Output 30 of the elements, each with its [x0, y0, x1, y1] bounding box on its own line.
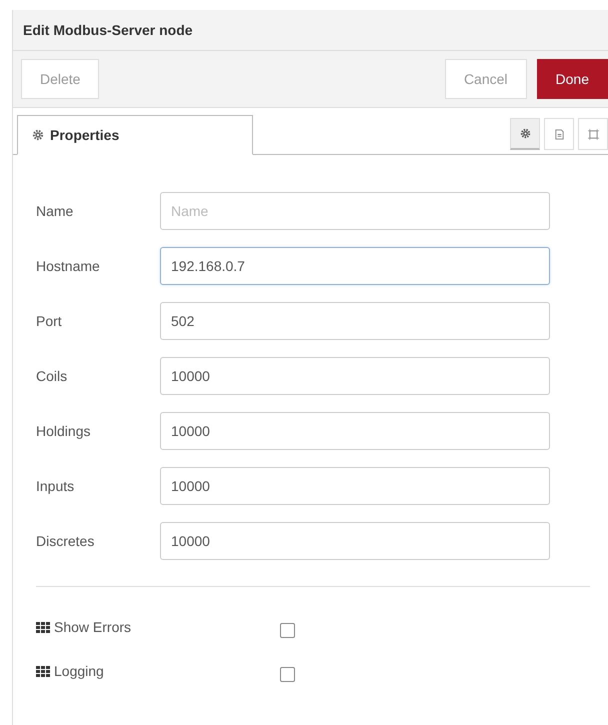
- table-icon: [36, 622, 50, 632]
- table-icon: [36, 666, 50, 676]
- input-field[interactable]: 10000: [160, 412, 550, 450]
- frame-tab-button[interactable]: [578, 118, 608, 150]
- input-field[interactable]: 192.168.0.7: [160, 246, 550, 284]
- frame-icon: [588, 128, 598, 140]
- field-label: Coils: [36, 368, 68, 384]
- gear-icon: [520, 128, 530, 139]
- option-label: Logging: [54, 663, 104, 679]
- document-icon: [554, 128, 564, 140]
- input-field[interactable]: 10000: [160, 356, 550, 394]
- settings-tab-button[interactable]: [510, 118, 540, 150]
- field-label: Name: [36, 202, 74, 218]
- gear-icon: [32, 129, 44, 141]
- input-field[interactable]: 502: [160, 302, 550, 340]
- field-label: Hostname: [36, 258, 101, 274]
- window-title: Edit Modbus-Server node: [23, 22, 193, 38]
- option-label: Show Errors: [54, 619, 132, 635]
- document-tab-button[interactable]: [544, 118, 574, 150]
- checkbox[interactable]: [280, 622, 295, 638]
- field-label: Inputs: [36, 478, 76, 494]
- input-field[interactable]: 10000: [160, 522, 550, 560]
- input-field[interactable]: 10000: [160, 466, 550, 504]
- field-label: Discretes: [36, 532, 96, 548]
- input-field[interactable]: Name: [160, 192, 550, 230]
- checkbox[interactable]: [280, 666, 295, 682]
- field-label: Holdings: [36, 422, 92, 438]
- done-button[interactable]: Done: [536, 59, 608, 99]
- field-label: Port: [36, 312, 63, 328]
- properties-tab[interactable]: Properties: [17, 115, 253, 155]
